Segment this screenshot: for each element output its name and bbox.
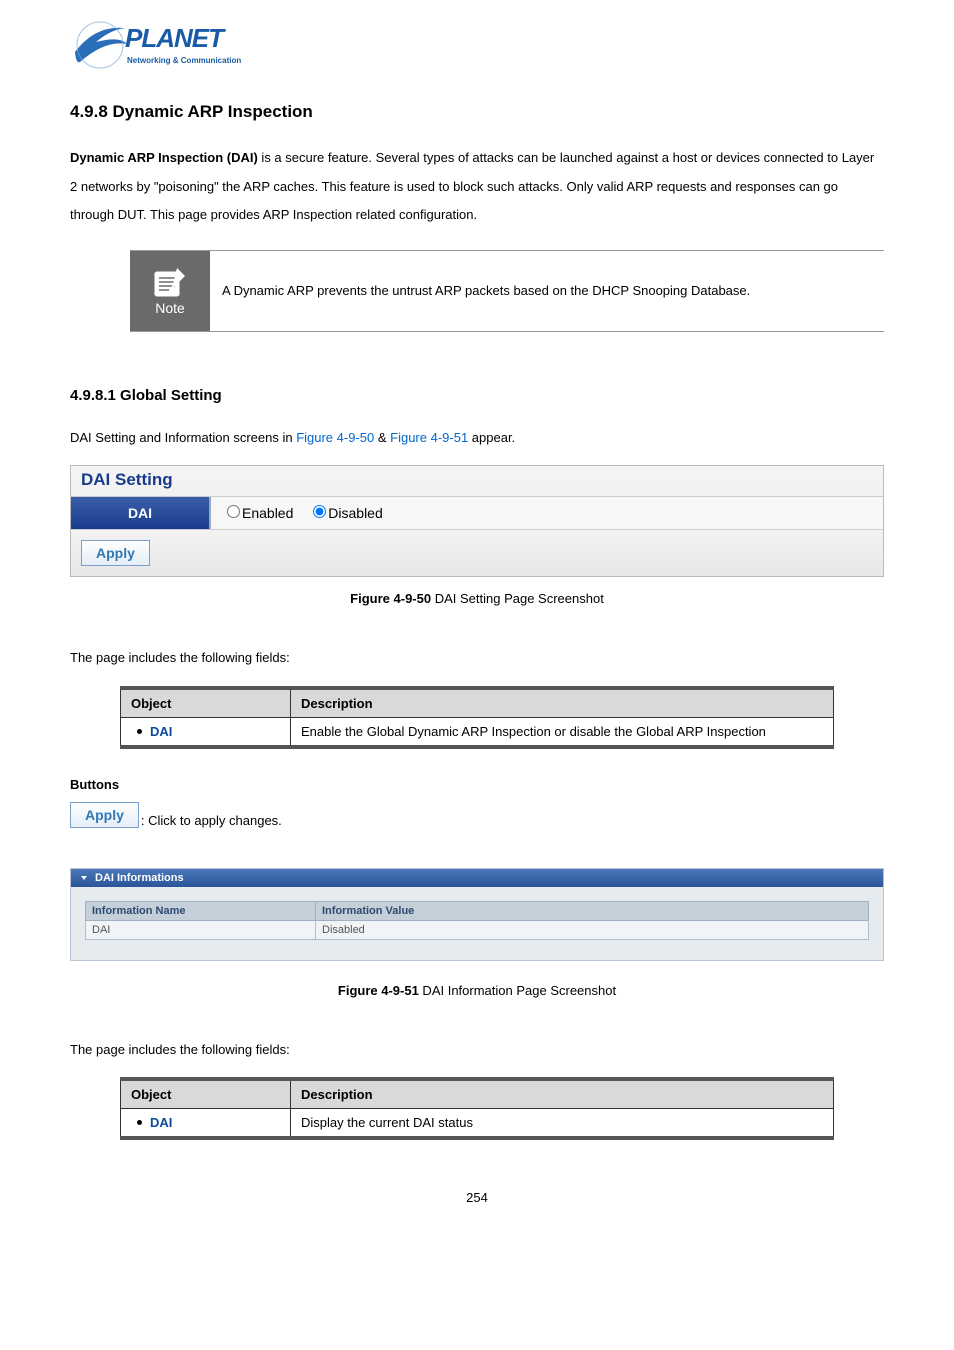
fields2-row: DAI Display the current DAI status (121, 1108, 834, 1138)
dai-enabled-radio[interactable] (227, 505, 240, 518)
lead-amp: & (374, 430, 390, 445)
dai-info-table: Information Name Information Value DAI D… (85, 901, 869, 940)
dai-disabled-radio[interactable] (313, 505, 326, 518)
section-title: 4.9.8 Dynamic ARP Inspection (70, 102, 884, 122)
fields1-obj: DAI (150, 724, 172, 739)
caption2-rest: DAI Information Page Screenshot (419, 983, 616, 998)
fields2-desc: Display the current DAI status (291, 1108, 834, 1138)
bullet-icon (137, 1120, 142, 1125)
intro-paragraph: Dynamic ARP Inspection (DAI) is a secure… (70, 144, 884, 230)
note-text: A Dynamic ARP prevents the untrust ARP p… (210, 265, 762, 316)
fields2-obj: DAI (150, 1115, 172, 1130)
dai-info-panel: DAI Informations Information Name Inform… (70, 868, 884, 961)
apply-desc: : Click to apply changes. (141, 813, 282, 828)
dai-setting-panel: DAI Setting DAI Enabled Disabled Apply (70, 465, 884, 577)
figure-caption-50: Figure 4-9-50 DAI Setting Page Screensho… (70, 591, 884, 606)
note-box: Note A Dynamic ARP prevents the untrust … (130, 250, 884, 332)
dai-enabled-option[interactable]: Enabled (227, 505, 293, 521)
dai-row: DAI Enabled Disabled (71, 497, 883, 530)
buttons-desc-row: Apply : Click to apply changes. (70, 802, 884, 828)
caption2-bold: Figure 4-9-51 (338, 983, 419, 998)
figure-caption-51: Figure 4-9-51 DAI Information Page Scree… (70, 983, 884, 998)
subsection-title: 4.9.8.1 Global Setting (70, 387, 884, 404)
info-row-name: DAI (86, 920, 316, 939)
brand-logo: PLANET Networking & Communication (70, 20, 270, 72)
fields1-header-desc: Description (291, 688, 834, 718)
fields2-header-desc: Description (291, 1079, 834, 1109)
planet-swoosh-icon (70, 20, 130, 70)
subsection-lead: DAI Setting and Information screens in F… (70, 426, 884, 449)
fields1-desc: Enable the Global Dynamic ARP Inspection… (291, 717, 834, 747)
lead-prefix: DAI Setting and Information screens in (70, 430, 296, 445)
caption1-bold: Figure 4-9-50 (350, 591, 431, 606)
apply-button-sample[interactable]: Apply (70, 802, 139, 828)
dai-apply-row: Apply (71, 530, 883, 576)
fields-intro-2: The page includes the following fields: (70, 1038, 884, 1061)
dai-info-header[interactable]: DAI Informations (71, 869, 883, 887)
page-number: 254 (70, 1190, 884, 1205)
dai-disabled-label: Disabled (328, 505, 382, 521)
buttons-heading: Buttons (70, 777, 884, 792)
info-header-name: Information Name (86, 901, 316, 920)
fields-table-1: Object Description DAI Enable the Global… (120, 686, 834, 749)
figure-link-51[interactable]: Figure 4-9-51 (390, 430, 468, 445)
bullet-icon (137, 729, 142, 734)
fields1-header-object: Object (121, 688, 291, 718)
dai-row-content: Enabled Disabled (211, 497, 883, 529)
fields-table-2: Object Description DAI Display the curre… (120, 1077, 834, 1140)
brand-name: PLANET (125, 23, 223, 54)
fields2-header-object: Object (121, 1079, 291, 1109)
info-row-value: Disabled (316, 920, 869, 939)
info-row: DAI Disabled (86, 920, 869, 939)
dai-info-inner: Information Name Information Value DAI D… (71, 887, 883, 940)
brand-tagline: Networking & Communication (127, 56, 241, 65)
lead-suffix: appear. (468, 430, 515, 445)
fields-intro-1: The page includes the following fields: (70, 646, 884, 669)
dai-row-label: DAI (71, 497, 211, 529)
apply-button[interactable]: Apply (81, 540, 150, 566)
notepad-icon (151, 266, 189, 300)
intro-bold: Dynamic ARP Inspection (DAI) (70, 150, 258, 165)
dai-disabled-option[interactable]: Disabled (313, 505, 382, 521)
dai-enabled-label: Enabled (242, 505, 293, 521)
caption1-rest: DAI Setting Page Screenshot (431, 591, 604, 606)
dai-info-title: DAI Informations (95, 872, 184, 884)
note-label: Note (155, 300, 185, 316)
info-header-value: Information Value (316, 901, 869, 920)
dai-panel-title: DAI Setting (71, 466, 883, 497)
fields1-row: DAI Enable the Global Dynamic ARP Inspec… (121, 717, 834, 747)
figure-link-50[interactable]: Figure 4-9-50 (296, 430, 374, 445)
note-icon: Note (130, 251, 210, 331)
chevron-down-icon (79, 873, 89, 883)
